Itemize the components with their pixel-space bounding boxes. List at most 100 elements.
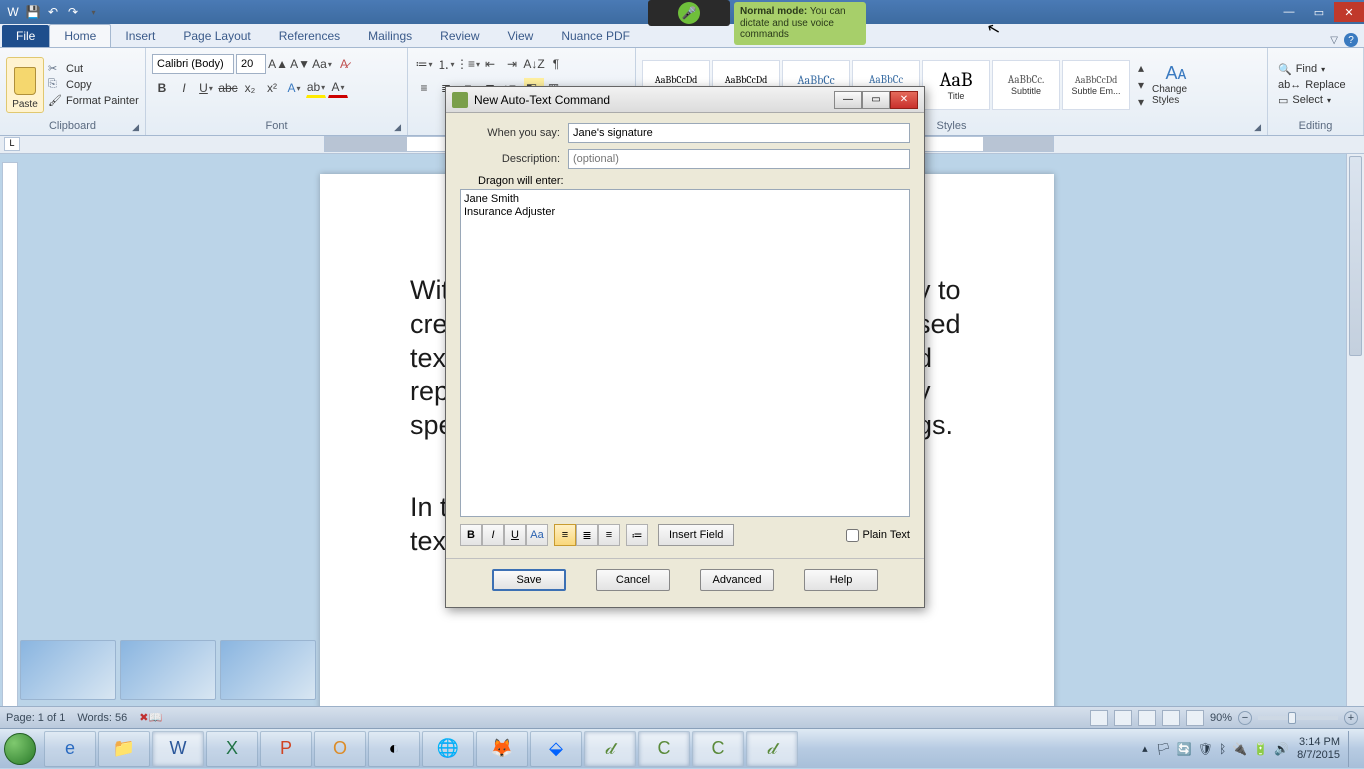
change-case-icon[interactable]: Aa: [312, 54, 332, 74]
dlg-align-left-button[interactable]: ≡: [554, 524, 576, 546]
tab-mailings[interactable]: Mailings: [354, 25, 426, 47]
dlg-bullets-button[interactable]: ≔: [626, 524, 648, 546]
taskbar-dragon2-icon[interactable]: 𝒹: [746, 731, 798, 767]
format-painter-button[interactable]: Format Painter: [48, 94, 139, 108]
qat-customize-icon[interactable]: [84, 3, 102, 21]
styles-scroll-up-icon[interactable]: ▴: [1134, 60, 1148, 76]
minimize-button[interactable]: —: [1274, 2, 1304, 22]
font-name-select[interactable]: [152, 54, 234, 74]
font-size-select[interactable]: [236, 54, 266, 74]
close-button[interactable]: ✕: [1334, 2, 1364, 22]
styles-scroll-down-icon[interactable]: ▾: [1134, 77, 1148, 93]
dialog-close-button[interactable]: ✕: [890, 91, 918, 109]
word-count-status[interactable]: Words: 56: [77, 712, 127, 724]
plain-text-checkbox[interactable]: Plain Text: [846, 529, 911, 542]
taskbar-camtasia2-icon[interactable]: C: [692, 731, 744, 767]
plain-text-checkbox-input[interactable]: [846, 529, 859, 542]
tray-sync-icon[interactable]: 🔄: [1177, 742, 1192, 756]
dlg-align-right-button[interactable]: ≡: [598, 524, 620, 546]
style-subtitle[interactable]: AaBbCc.Subtitle: [992, 60, 1060, 110]
tab-selector[interactable]: L: [4, 137, 20, 151]
subscript-button[interactable]: x₂: [240, 78, 260, 98]
taskbar-explorer-icon[interactable]: 📁: [98, 731, 150, 767]
tab-references[interactable]: References: [265, 25, 354, 47]
dialog-minimize-button[interactable]: —: [834, 91, 862, 109]
cut-button[interactable]: Cut: [48, 62, 139, 76]
maximize-button[interactable]: ▭: [1304, 2, 1334, 22]
copy-button[interactable]: Copy: [48, 78, 139, 92]
increase-indent-icon[interactable]: ⇥: [502, 54, 522, 74]
style-subtle-em-[interactable]: AaBbCcDdSubtle Em...: [1062, 60, 1130, 110]
tab-review[interactable]: Review: [426, 25, 493, 47]
taskbar-ie-icon[interactable]: e: [44, 731, 96, 767]
description-input[interactable]: [568, 149, 910, 169]
tray-flag-icon[interactable]: 🏳: [1156, 742, 1171, 756]
clipboard-launcher-icon[interactable]: ◢: [132, 122, 139, 133]
replace-button[interactable]: ab↔Replace: [1278, 79, 1346, 91]
change-styles-button[interactable]: Aᴀ Change Styles: [1152, 57, 1200, 113]
underline-button[interactable]: U: [196, 78, 216, 98]
bold-button[interactable]: B: [152, 78, 172, 98]
microphone-icon[interactable]: 🎤: [678, 2, 700, 24]
undo-icon[interactable]: ↶: [44, 3, 62, 21]
cancel-button[interactable]: Cancel: [596, 569, 670, 591]
dragon-bar[interactable]: 🎤: [648, 0, 730, 26]
ribbon-minimize-icon[interactable]: ▽: [1330, 35, 1338, 46]
taskbar-chrome-icon[interactable]: 🌐: [422, 731, 474, 767]
tab-page-layout[interactable]: Page Layout: [169, 25, 264, 47]
strikethrough-button[interactable]: abc: [218, 78, 238, 98]
dlg-italic-button[interactable]: I: [482, 524, 504, 546]
show-marks-icon[interactable]: ¶: [546, 54, 566, 74]
font-launcher-icon[interactable]: ◢: [394, 122, 401, 133]
tab-nuance-pdf[interactable]: Nuance PDF: [547, 25, 644, 47]
redo-icon[interactable]: ↷: [64, 3, 82, 21]
tab-insert[interactable]: Insert: [111, 25, 169, 47]
dialog-maximize-button[interactable]: ▭: [862, 91, 890, 109]
tray-volume-icon[interactable]: 🔊: [1274, 742, 1289, 756]
highlight-color-icon[interactable]: ab: [306, 78, 326, 98]
italic-button[interactable]: I: [174, 78, 194, 98]
save-icon[interactable]: 💾: [24, 3, 42, 21]
style-title[interactable]: AaBTitle: [922, 60, 990, 110]
tab-home[interactable]: Home: [49, 24, 111, 47]
when-you-say-input[interactable]: [568, 123, 910, 143]
tab-file[interactable]: File: [2, 25, 49, 47]
taskbar-word-icon[interactable]: W: [152, 731, 204, 767]
decrease-indent-icon[interactable]: ⇤: [480, 54, 500, 74]
taskbar-firefox-icon[interactable]: 🦊: [476, 731, 528, 767]
vertical-scrollbar[interactable]: [1346, 154, 1364, 728]
web-layout-view-icon[interactable]: [1138, 710, 1156, 726]
desktop-thumb[interactable]: [20, 640, 116, 700]
advanced-button[interactable]: Advanced: [700, 569, 774, 591]
zoom-out-button[interactable]: −: [1238, 711, 1252, 725]
print-layout-view-icon[interactable]: [1090, 710, 1108, 726]
proofing-icon[interactable]: ✖📖: [139, 711, 162, 724]
shrink-font-icon[interactable]: A▼: [290, 54, 310, 74]
zoom-in-button[interactable]: +: [1344, 711, 1358, 725]
outline-view-icon[interactable]: [1162, 710, 1180, 726]
dlg-font-button[interactable]: Aa: [526, 524, 548, 546]
tray-show-hidden-icon[interactable]: ▴: [1142, 742, 1148, 755]
insert-field-button[interactable]: Insert Field: [658, 524, 734, 546]
zoom-slider-thumb[interactable]: [1288, 712, 1296, 724]
select-button[interactable]: ▭Select▾: [1278, 94, 1346, 107]
dialog-titlebar[interactable]: New Auto-Text Command — ▭ ✕: [446, 87, 924, 113]
bullets-icon[interactable]: ≔: [414, 54, 434, 74]
text-effects-icon[interactable]: A: [284, 78, 304, 98]
dlg-align-center-button[interactable]: ≣: [576, 524, 598, 546]
taskbar-dropbox-icon[interactable]: ⬙: [530, 731, 582, 767]
page-status[interactable]: Page: 1 of 1: [6, 712, 65, 724]
align-left-icon[interactable]: ≡: [414, 78, 434, 98]
sort-icon[interactable]: A↓Z: [524, 54, 544, 74]
taskbar-dragon-icon[interactable]: 𝒹: [584, 731, 636, 767]
find-button[interactable]: 🔍Find▾: [1278, 63, 1346, 76]
multilevel-list-icon[interactable]: ⋮≡: [458, 54, 478, 74]
numbering-icon[interactable]: ⒈: [436, 54, 456, 74]
taskbar-clock[interactable]: 3:14 PM 8/7/2015: [1297, 736, 1340, 760]
scrollbar-thumb[interactable]: [1349, 156, 1362, 356]
clear-formatting-icon[interactable]: A̷: [334, 54, 354, 74]
tray-shield-icon[interactable]: 🛡: [1198, 742, 1213, 756]
help-icon[interactable]: ?: [1344, 33, 1358, 47]
styles-more-icon[interactable]: ▾: [1134, 94, 1148, 110]
desktop-thumb[interactable]: [120, 640, 216, 700]
